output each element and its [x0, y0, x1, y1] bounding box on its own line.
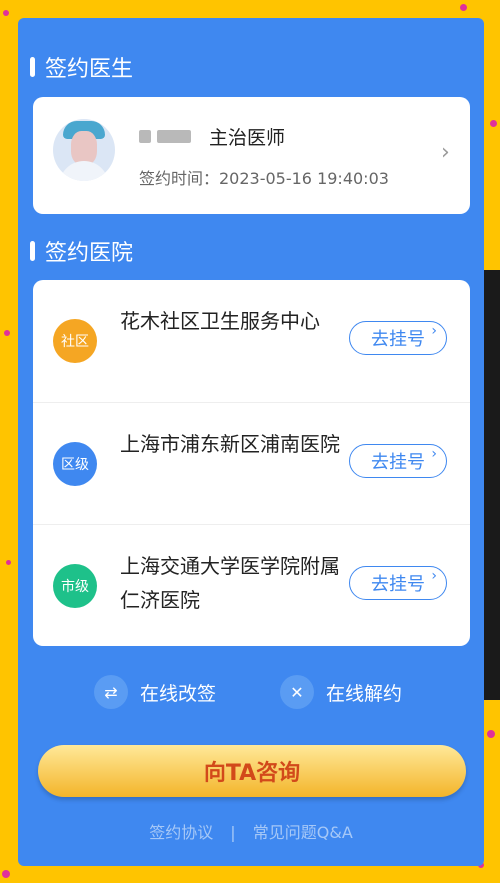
register-button[interactable]: 去挂号 ›	[349, 566, 447, 600]
footer-separator: |	[230, 823, 236, 842]
person-cancel-icon: ✕	[280, 675, 314, 709]
hospital-name: 花木社区卫生服务中心	[120, 309, 320, 333]
chevron-right-icon: ›	[431, 323, 437, 339]
hospital-row: 市级 上海交通大学医学院附属仁济医院 去挂号 ›	[33, 524, 470, 646]
doctor-section-title: 签约医生	[30, 51, 133, 83]
change-sign-action[interactable]: ⇄ 在线改签	[94, 675, 216, 709]
decorative-dot	[6, 560, 11, 565]
agreement-link[interactable]: 签约协议	[149, 823, 213, 842]
change-sign-label: 在线改签	[140, 682, 217, 705]
background-strip	[484, 270, 500, 700]
hospital-section-title-text: 签约医院	[45, 241, 134, 266]
footer-links: 签约协议 | 常见问题Q&A	[18, 819, 484, 843]
register-button[interactable]: 去挂号 ›	[349, 444, 447, 478]
title-bar	[30, 57, 35, 77]
sign-time: 签约时间：2023-05-16 19:40:03	[139, 169, 389, 188]
register-button-label: 去挂号	[371, 329, 425, 350]
doctor-avatar	[53, 119, 115, 181]
chevron-right-icon: ›	[431, 568, 437, 584]
signing-panel: 签约医生 主治医师 签约时间：2023-05-16 19:40:03 › 签约医…	[18, 18, 484, 866]
chevron-right-icon: ›	[431, 446, 437, 462]
hospital-name: 上海市浦东新区浦南医院	[120, 432, 340, 456]
decorative-dot	[487, 730, 495, 738]
decorative-dot	[4, 330, 10, 336]
hospital-level-badge: 区级	[53, 442, 97, 486]
doctor-card[interactable]: 主治医师 签约时间：2023-05-16 19:40:03 ›	[33, 97, 470, 214]
doctor-name-row: 主治医师	[139, 123, 285, 150]
register-button[interactable]: 去挂号 ›	[349, 321, 447, 355]
hospital-row: 区级 上海市浦东新区浦南医院 去挂号 ›	[33, 402, 470, 524]
hospital-name: 上海交通大学医学院附属仁济医院	[120, 554, 340, 612]
redacted-name	[139, 130, 151, 143]
decorative-dot	[2, 870, 10, 878]
decorative-dot	[490, 120, 497, 127]
chevron-right-icon[interactable]: ›	[441, 140, 450, 165]
decorative-dot	[460, 4, 467, 11]
register-button-label: 去挂号	[371, 574, 425, 595]
hospital-section-title: 签约医院	[30, 235, 133, 267]
hospital-card: 社区 花木社区卫生服务中心 去挂号 › 区级 上海市浦东新区浦南医院 去挂号 ›…	[33, 280, 470, 646]
hospital-level-badge: 市级	[53, 564, 97, 608]
decorative-dot	[3, 10, 9, 16]
title-bar	[30, 241, 35, 261]
hospital-level-badge: 社区	[53, 319, 97, 363]
register-button-label: 去挂号	[371, 452, 425, 473]
cancel-sign-action[interactable]: ✕ 在线解约	[280, 675, 402, 709]
consult-button[interactable]: 向TA咨询	[38, 745, 466, 797]
cancel-sign-label: 在线解约	[326, 682, 403, 705]
doctor-role: 主治医师	[209, 127, 286, 149]
faq-link[interactable]: 常见问题Q&A	[253, 823, 353, 842]
doctor-section-title-text: 签约医生	[45, 57, 134, 82]
people-swap-icon: ⇄	[94, 675, 128, 709]
redacted-name	[157, 130, 191, 143]
hospital-row: 社区 花木社区卫生服务中心 去挂号 ›	[33, 280, 470, 401]
